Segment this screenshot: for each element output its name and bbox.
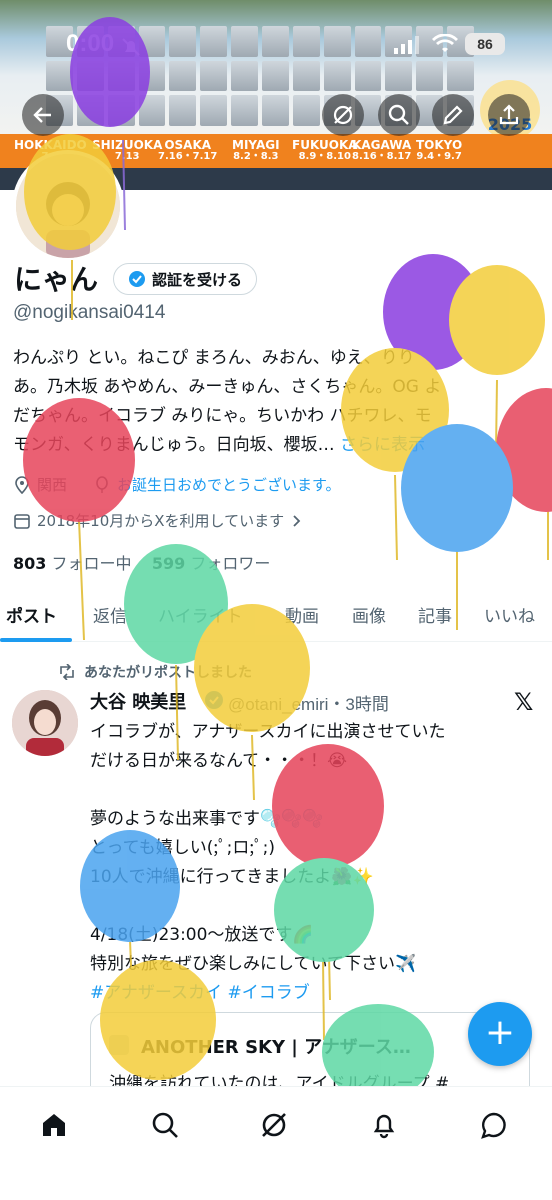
- repost-icon: [60, 664, 74, 680]
- tweet-line: 4/18(土)23:00〜放送です🌈: [90, 925, 314, 945]
- tour-stop: SHIZUOKA 7.13: [92, 138, 163, 162]
- followers-label: フォロワー: [190, 554, 271, 573]
- balloon-icon: [96, 475, 108, 493]
- bell-icon: [373, 1114, 395, 1139]
- search-icon: [388, 104, 409, 125]
- avatar-illustration: [16, 154, 120, 258]
- nav-home[interactable]: [34, 1105, 74, 1145]
- author-photo: [12, 690, 78, 756]
- profile-tabs: ポスト 返信 ハイライト 動画 画像 記事 いいね: [0, 594, 552, 642]
- tour-stop: TOKYO 9.4・9.7: [416, 138, 463, 162]
- bio-line: モンガ、くりまんじゅう。日向坂、櫻坂…: [13, 435, 335, 455]
- tweet-line: イコラブが、アナザースカイに出演させていた: [90, 722, 446, 742]
- tweet-line: [90, 776, 540, 805]
- get-verified-button[interactable]: 認証を受ける: [113, 263, 258, 295]
- tab-posts[interactable]: ポスト: [6, 602, 57, 627]
- birthday-link[interactable]: お誕生日おめでとうございます。: [117, 474, 341, 495]
- grok-button[interactable]: [322, 94, 364, 136]
- tweet-line: 夢のような出来事です🫧🫧🫧: [90, 809, 324, 829]
- status-bar: 0:00 86: [0, 0, 552, 86]
- tab-images[interactable]: 画像: [352, 602, 386, 627]
- tweet-time: ・3時間: [328, 695, 389, 714]
- followers-link[interactable]: 599 フォロワー: [152, 554, 271, 573]
- bio-line: わんぷり とい。ねこぴ まろん、みおん、ゆえ、りり: [13, 348, 415, 368]
- tour-stop: FUKUOKA 8.9・8.10: [292, 138, 358, 162]
- home-icon: [43, 1114, 65, 1136]
- profile-handle: @nogikansai0414: [13, 302, 166, 323]
- tweet-text: イコラブが、アナザースカイに出演させていた だける日が来るなんて・・・！😭 夢の…: [90, 718, 540, 1008]
- profile-meta-row: 関西 お誕生日おめでとうございます。: [13, 474, 341, 495]
- following-link[interactable]: 803 フォロー中: [13, 554, 132, 573]
- joined-row[interactable]: 2018年10月からXを利用しています: [13, 510, 304, 531]
- active-tab-indicator: [0, 638, 72, 642]
- back-button[interactable]: [22, 94, 64, 136]
- status-time: 0:00: [66, 30, 115, 57]
- tweet-line: [90, 892, 540, 921]
- repost-indicator: あなたがリポストしました: [58, 662, 252, 682]
- followers-count: 599: [151, 554, 186, 573]
- repost-label: あなたがリポストしました: [84, 665, 252, 681]
- nav-notifications[interactable]: [364, 1105, 404, 1145]
- tab-highlights[interactable]: ハイライト: [158, 602, 243, 627]
- profile-avatar[interactable]: [12, 150, 124, 262]
- nav-search[interactable]: [145, 1105, 185, 1145]
- tweet-hashtags[interactable]: #アナザースカイ #イコラブ: [90, 979, 540, 1008]
- show-more-link[interactable]: さらに表示: [340, 435, 425, 455]
- follow-stats: 803 フォロー中 599 フォロワー: [13, 550, 270, 574]
- share-icon: [499, 104, 519, 125]
- verified-badge-icon: [205, 691, 223, 709]
- tab-replies[interactable]: 返信: [93, 602, 127, 627]
- tweet-author-name[interactable]: 大谷 映美里: [90, 688, 186, 714]
- tweet-line: 10人で沖縄に行ってきましたよ🌺✨: [90, 867, 374, 887]
- tour-stop: MIYAGI 8.2・8.3: [232, 138, 280, 162]
- tour-stop: OSAKA 7.16・7.17: [158, 138, 218, 162]
- grok-icon: [333, 105, 353, 125]
- bio-line: あ。乃木坂 あやめん、みーきゅん、さくちゃん。OG よ: [13, 377, 442, 397]
- pencil-icon: [443, 105, 463, 125]
- tweet-line: だける日が来るなんて・・・！😭: [90, 751, 348, 771]
- nav-messages[interactable]: [474, 1105, 514, 1145]
- location-pin-icon: [15, 475, 29, 494]
- search-button[interactable]: [378, 94, 420, 136]
- battery-indicator: 86: [465, 33, 505, 55]
- x-logo-icon: 𝕏: [514, 688, 534, 716]
- tab-articles[interactable]: 記事: [418, 602, 452, 627]
- tweet-author-avatar[interactable]: [12, 690, 78, 756]
- grok-icon: [262, 1113, 286, 1137]
- arrow-left-icon: [33, 107, 51, 123]
- tab-likes[interactable]: いいね: [484, 602, 535, 627]
- signal-icon: [394, 36, 419, 54]
- profile-name: にゃん: [14, 263, 99, 296]
- share-button[interactable]: [488, 94, 530, 136]
- bio-line: だちゃん。イコラブ みりにゃ。ちいかわ ハチワレ、モ: [13, 406, 432, 426]
- chat-bubble-icon: [481, 1112, 506, 1139]
- silent-bell-icon: [122, 38, 140, 56]
- bio-line-last: モンガ、くりまんじゅう。日向坂、櫻坂… さらに表示: [13, 431, 543, 460]
- profile-bio: わんぷり とい。ねこぴ まろん、みおん、ゆえ、りり あ。乃木坂 あやめん、みーき…: [13, 344, 543, 460]
- tour-stop: KAGAWA 8.16・8.17: [352, 138, 412, 162]
- compose-button[interactable]: +: [468, 1002, 532, 1066]
- edit-button[interactable]: [432, 94, 474, 136]
- calendar-icon: [14, 513, 30, 529]
- wifi-icon: [432, 34, 458, 52]
- tweet-line: 特別な旅をぜひ楽しみにしていて下さい✈️: [90, 954, 417, 974]
- following-label: フォロー中: [51, 554, 132, 573]
- bottom-nav: [0, 1086, 552, 1200]
- verified-badge-icon: [129, 271, 145, 287]
- location-text: 関西: [37, 476, 68, 494]
- tab-videos[interactable]: 動画: [285, 602, 319, 627]
- tweet-line: とっても嬉しい(;ﾟ;ロ;ﾟ;): [90, 838, 275, 858]
- nav-grok[interactable]: [254, 1105, 294, 1145]
- tweet-handle[interactable]: @otani_emiri: [228, 695, 328, 714]
- tweet-handle-time: @otani_emiri・3時間: [228, 690, 389, 715]
- get-verified-label: 認証を受ける: [152, 270, 243, 289]
- card-title: ANOTHER SKY | アナザース…: [141, 1037, 411, 1058]
- following-count: 803: [13, 554, 47, 573]
- chevron-right-icon: [293, 514, 301, 527]
- card-avatar: [109, 1035, 129, 1055]
- search-icon: [152, 1112, 178, 1138]
- joined-text: 2018年10月からXを利用しています: [37, 512, 285, 530]
